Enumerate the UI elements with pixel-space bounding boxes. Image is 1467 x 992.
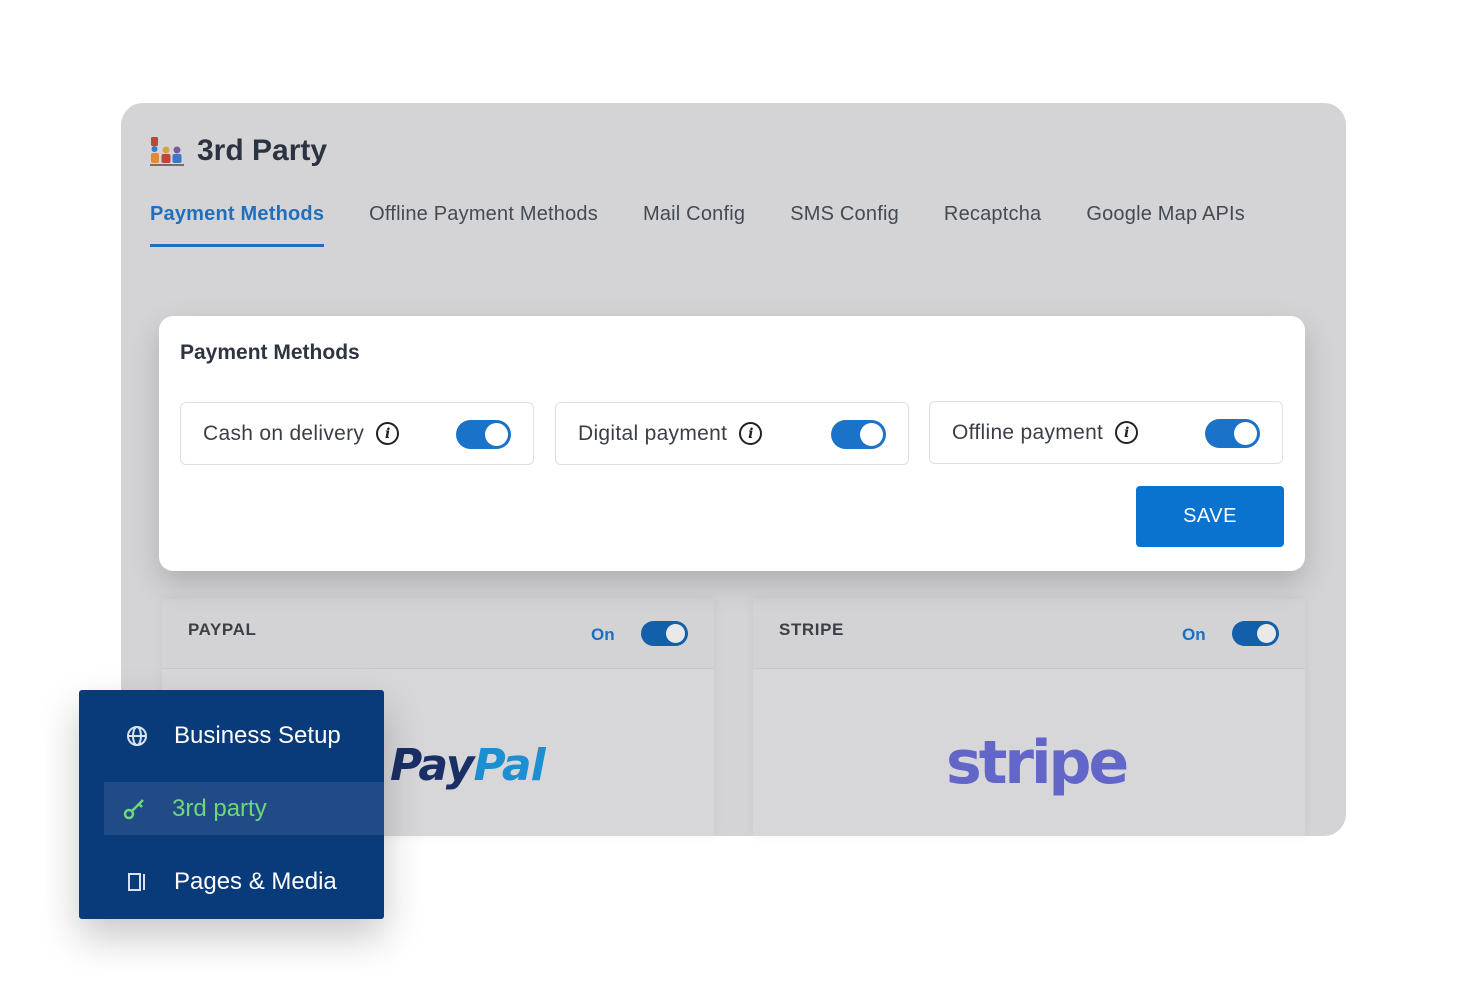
tab-mail-config[interactable]: Mail Config	[643, 203, 745, 247]
page-title: 3rd Party	[197, 134, 328, 167]
payment-methods-card: Payment Methods Cash on delivery i Digit…	[159, 316, 1305, 571]
stage: 3rd Party Payment Methods Offline Paymen…	[0, 0, 1467, 992]
gateway-card-header: STRIPE On	[753, 599, 1305, 669]
gateway-status-label: On	[1182, 625, 1206, 644]
sidebar-item-3rd-party[interactable]: 3rd party	[104, 782, 384, 835]
paypal-toggle[interactable]	[641, 621, 688, 646]
key-icon	[122, 796, 148, 822]
card-title: Payment Methods	[180, 341, 360, 364]
info-icon[interactable]: i	[1115, 421, 1139, 444]
tab-google-map-apis[interactable]: Google Map APIs	[1086, 203, 1245, 247]
sidebar-item-label: Pages & Media	[174, 867, 337, 895]
sidebar-menu: Business Setup 3rd party Pages & Media	[79, 690, 384, 919]
save-button[interactable]: SAVE	[1136, 486, 1284, 547]
tab-payment-methods[interactable]: Payment Methods	[150, 203, 325, 247]
globe-icon	[124, 723, 150, 749]
gateway-status-label: On	[591, 625, 615, 644]
tab-recaptcha[interactable]: Recaptcha	[944, 203, 1041, 247]
gateway-name: PAYPAL	[188, 620, 257, 639]
method-digital-payment: Digital payment i	[555, 402, 909, 465]
paypal-logo: PayPal	[390, 740, 546, 791]
sidebar-item-business-setup[interactable]: Business Setup	[104, 709, 384, 762]
gateway-name: STRIPE	[779, 620, 845, 639]
info-icon[interactable]: i	[376, 422, 400, 445]
method-cash-on-delivery: Cash on delivery i	[180, 402, 534, 465]
stripe-logo: stripe	[946, 728, 1129, 798]
method-label: Cash on delivery	[203, 421, 365, 445]
gateway-card-header: PAYPAL On	[162, 599, 714, 669]
page-icon	[124, 869, 150, 895]
stripe-gateway-card: STRIPE On	[753, 599, 1305, 836]
info-icon[interactable]: i	[739, 422, 763, 445]
sidebar-item-pages-media[interactable]: Pages & Media	[104, 855, 384, 908]
page-header: 3rd Party	[149, 133, 327, 169]
stripe-toggle[interactable]	[1232, 621, 1279, 646]
sidebar-item-label: Business Setup	[174, 721, 341, 749]
cash-on-delivery-toggle[interactable]	[456, 420, 511, 449]
paypal-logo-pal: Pal	[473, 740, 545, 791]
tab-bar: Payment Methods Offline Payment Methods …	[150, 203, 1245, 247]
paypal-logo-pay: Pay	[390, 740, 474, 791]
method-offline-payment: Offline payment i	[929, 401, 1283, 464]
method-label: Digital payment	[578, 421, 728, 445]
sidebar-item-label: 3rd party	[172, 794, 267, 822]
method-label: Offline payment	[952, 420, 1104, 444]
tab-offline-payment-methods[interactable]: Offline Payment Methods	[369, 203, 598, 247]
third-party-icon	[149, 133, 185, 169]
offline-payment-toggle[interactable]	[1205, 419, 1260, 448]
tab-sms-config[interactable]: SMS Config	[790, 203, 899, 247]
digital-payment-toggle[interactable]	[831, 420, 886, 449]
